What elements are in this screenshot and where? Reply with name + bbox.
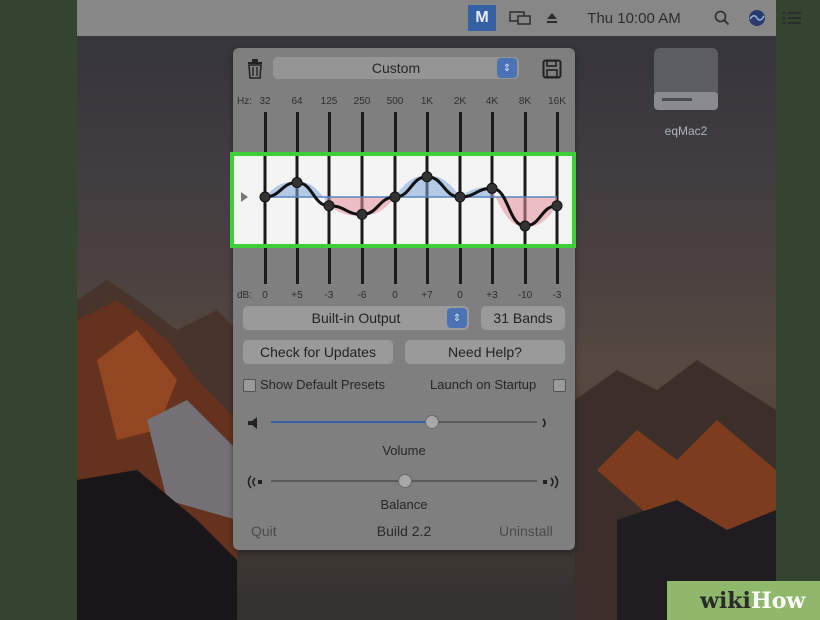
output-select[interactable]: Built-in Output ⇕ [243,306,469,330]
menubar-clock[interactable]: Thu 10:00 AM [574,0,694,36]
show-presets-label: Show Default Presets [260,377,386,392]
menu-bar: M Thu 10:00 AM [77,0,801,36]
save-icon[interactable] [540,57,564,81]
band-frequency-label: 500 [386,96,404,107]
uninstall-button[interactable]: Uninstall [499,523,553,539]
band-handle [389,191,401,203]
band-gain-label: 0 [262,290,268,301]
band-gain-label: +5 [291,290,303,301]
band-frequency-label: 1K [420,96,434,107]
eject-icon[interactable] [541,0,563,36]
siri-icon[interactable] [745,0,769,36]
balance-slider[interactable] [271,469,537,493]
hard-drive-icon[interactable] [648,40,724,120]
band-handle [421,171,433,183]
band-gain-label: 0 [457,290,463,301]
volume-fill [271,421,431,423]
balance-label: Balance [380,497,428,512]
show-presets-checkbox[interactable] [243,379,256,392]
launch-startup-checkbox[interactable] [553,379,566,392]
watermark-wiki: wiki [700,588,751,614]
preset-select[interactable]: Custom ⇕ [273,57,519,79]
band-handle [551,200,563,212]
balance-left-icon [243,470,267,494]
band-frequency-label: 4K [485,96,499,107]
output-value: Built-in Output [311,310,401,326]
band-handle [519,220,531,232]
band-handle [454,191,466,203]
band-gain-label: 0 [392,290,398,301]
volume-low-icon [245,414,267,432]
band-handle [259,191,271,203]
output-chevron-icon: ⇕ [447,308,467,328]
drive-label[interactable]: eqMac2 [648,124,724,138]
eq-icon[interactable]: M [468,5,496,31]
band-gain-label: -3 [324,290,334,301]
band-gain-label: -10 [517,290,533,301]
display-mirror-icon[interactable] [505,0,535,36]
cut-area [525,197,557,227]
balance-knob[interactable] [398,474,412,488]
eq-panel: Custom ⇕ Hz: 32 0 64 +5 125 -3 250 -6 500 0 1K +7 2K… [233,48,575,550]
band-frequency-label: 8K [518,96,532,107]
band-frequency-label: 2K [453,96,467,107]
band-gain-label: +7 [421,290,433,301]
band-frequency-label: 250 [353,96,371,107]
right-backdrop [776,0,820,620]
check-updates-button[interactable]: Check for Updates [243,340,393,364]
band-handle [486,182,498,194]
trash-icon[interactable] [243,57,267,81]
left-backdrop [0,0,77,620]
zero-marker-icon [241,192,248,202]
volume-high-icon [539,414,555,432]
band-frequency-label: 125 [320,96,338,107]
band-frequency-label: 64 [291,96,303,107]
eq-curve-graph [241,156,563,244]
db-prefix: dB: [237,290,253,301]
wikihow-watermark: wikiHow [700,588,805,614]
eq-curve-highlight [230,152,576,248]
band-gain-label: -3 [552,290,562,301]
watermark-how: How [750,588,806,614]
band-handle [291,177,303,188]
band-handle [323,200,335,212]
volume-label: Volume [382,443,426,458]
balance-right-icon [539,470,565,494]
volume-slider[interactable] [271,410,537,434]
preset-chevron-icon: ⇕ [497,58,517,78]
launch-startup-label: Launch on Startup [430,377,537,392]
bands-button[interactable]: 31 Bands [481,306,565,330]
band-gain-label: +3 [486,290,498,301]
need-help-button[interactable]: Need Help? [405,340,565,364]
screenshot-frame: M Thu 10:00 AM eqMac2 Custom ⇕ Hz: 32 0 … [0,0,820,620]
volume-knob[interactable] [424,415,439,429]
preset-value: Custom [371,60,421,76]
search-icon[interactable] [710,0,734,36]
band-frequency-label: 32 [259,96,271,107]
band-frequency-label: 16K [548,96,566,107]
band-handle [356,208,368,220]
band-gain-label: -6 [357,290,367,301]
notification-list-icon[interactable] [779,0,805,36]
